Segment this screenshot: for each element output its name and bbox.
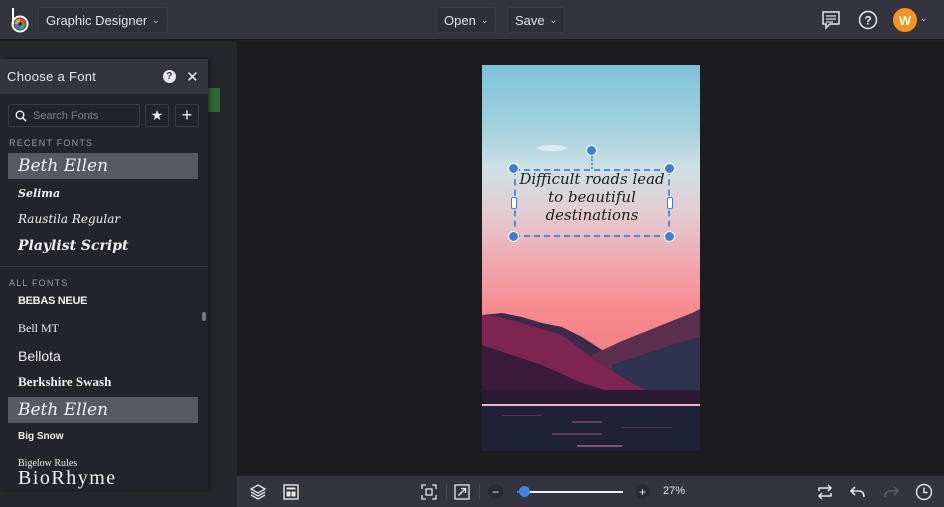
recent-fonts-label: RECENT FONTS (9, 138, 94, 148)
font-name: Selima (18, 186, 61, 200)
rotate-connector (591, 156, 593, 169)
redo-button[interactable] (881, 482, 901, 502)
font-name: Bellota (18, 348, 61, 364)
chevron-down-icon[interactable]: ⌄ (920, 13, 928, 24)
landscape-photo (482, 145, 700, 451)
layers-icon (249, 484, 267, 500)
font-search-field[interactable] (8, 104, 140, 127)
chevron-down-icon: ⌄ (152, 14, 160, 25)
font-name: Playlist Script (18, 238, 129, 254)
resize-handle-left[interactable] (511, 197, 517, 209)
fit-to-screen-button[interactable] (419, 482, 439, 502)
svg-text:?: ? (864, 14, 871, 28)
close-icon[interactable]: ✕ (186, 68, 199, 86)
app-mode-label: Graphic Designer (46, 12, 148, 28)
history-button[interactable] (914, 482, 934, 502)
chevron-down-icon: ⌄ (480, 14, 489, 25)
swap-arrows-icon (817, 484, 833, 500)
font-item-selima[interactable]: Selima (8, 180, 198, 206)
app-mode-dropdown[interactable]: Graphic Designer ⌄ (38, 7, 168, 33)
befunky-logo-icon[interactable] (8, 6, 34, 34)
sidebar-accent-tab[interactable] (208, 88, 220, 112)
minus-icon: − (491, 484, 499, 499)
font-item-biorhyme-expanded[interactable]: BioRhyme Expanded (8, 467, 198, 490)
font-list-scrollbar[interactable] (202, 312, 206, 321)
font-item-bell-mt[interactable]: Bell MT (8, 315, 198, 341)
font-item-beth-ellen[interactable]: Beth Ellen (8, 153, 198, 179)
font-item-big-snow[interactable]: Big Snow (8, 423, 198, 449)
resize-handle-bottom-right[interactable] (664, 231, 675, 242)
zoom-slider-knob[interactable] (518, 486, 530, 497)
font-name: Bell MT (18, 320, 59, 335)
actual-size-button[interactable] (452, 482, 472, 502)
zoom-percentage: 27% (663, 485, 686, 497)
undo-icon (849, 486, 865, 498)
top-bar: Graphic Designer ⌄ Open ⌄ Save ⌄ ? W ⌄ (0, 0, 944, 40)
font-name: BioRhyme Expanded (18, 467, 117, 489)
chat-icon (822, 11, 840, 30)
chevron-down-icon: ⌄ (549, 14, 558, 25)
plus-icon: + (181, 105, 193, 125)
font-name: Berkshire Swash (18, 374, 112, 389)
layout-icon (283, 484, 299, 500)
font-item-berkshire-swash[interactable]: Berkshire Swash (8, 369, 198, 395)
save-label: Save (515, 12, 545, 28)
layers-button[interactable] (248, 482, 268, 502)
toolbar-divider (446, 484, 447, 499)
help-button[interactable]: ? (857, 9, 879, 31)
undo-button[interactable] (848, 482, 868, 502)
font-search-input[interactable] (33, 109, 133, 122)
favorites-button[interactable]: ★ (145, 104, 169, 127)
zoom-out-button[interactable]: − (488, 484, 503, 499)
font-name: Big Snow (18, 430, 64, 442)
font-item-beth-ellen[interactable]: Beth Ellen (8, 397, 198, 423)
plus-icon: + (638, 484, 646, 499)
clock-icon (915, 483, 933, 501)
choose-font-panel: Choose a Font ? ✕ ★ + RECENT FONTS Beth … (0, 59, 208, 490)
font-name: Beth Ellen (18, 400, 109, 420)
open-label: Open (444, 12, 476, 28)
panel-header: Choose a Font ? ✕ (0, 59, 208, 94)
fit-screen-icon (421, 484, 437, 500)
open-menu-button[interactable]: Open ⌄ (436, 7, 497, 33)
design-artboard[interactable] (482, 65, 700, 451)
resize-handle-bottom-left[interactable] (508, 231, 519, 242)
save-menu-button[interactable]: Save ⌄ (507, 7, 566, 33)
font-item-raustila-regular[interactable]: Raustila Regular (8, 206, 198, 232)
font-name: Beth Ellen (18, 156, 109, 176)
expand-icon (454, 484, 470, 500)
font-item-playlist-script[interactable]: Playlist Script (8, 233, 198, 259)
all-fonts-label: ALL FONTS (9, 278, 69, 288)
font-name: Raustila Regular (18, 212, 121, 226)
star-icon: ★ (150, 107, 164, 123)
resize-handle-right[interactable] (667, 197, 673, 209)
resize-handle-top-left[interactable] (508, 163, 519, 174)
zoom-in-button[interactable]: + (635, 484, 650, 499)
add-font-button[interactable]: + (175, 104, 199, 127)
zoom-slider-track[interactable] (517, 491, 623, 493)
toolbar-divider (479, 484, 480, 499)
help-circle-icon: ? (858, 10, 878, 30)
layout-button[interactable] (281, 482, 301, 502)
search-icon (15, 110, 27, 122)
panel-title: Choose a Font (7, 69, 97, 84)
help-icon[interactable]: ? (163, 70, 176, 83)
feedback-button[interactable] (820, 9, 842, 31)
rotate-handle[interactable] (586, 145, 597, 156)
font-name: BEBAS NEUE (18, 295, 88, 307)
resize-handle-top-right[interactable] (664, 163, 675, 174)
redo-icon (884, 486, 900, 498)
font-item-bellota[interactable]: Bellota (8, 343, 198, 369)
font-item-bebas-neue[interactable]: BEBAS NEUE (8, 288, 198, 314)
swap-button[interactable] (815, 482, 835, 502)
selection-box[interactable] (514, 169, 670, 237)
user-avatar[interactable]: W (893, 8, 917, 32)
section-divider (0, 266, 208, 267)
